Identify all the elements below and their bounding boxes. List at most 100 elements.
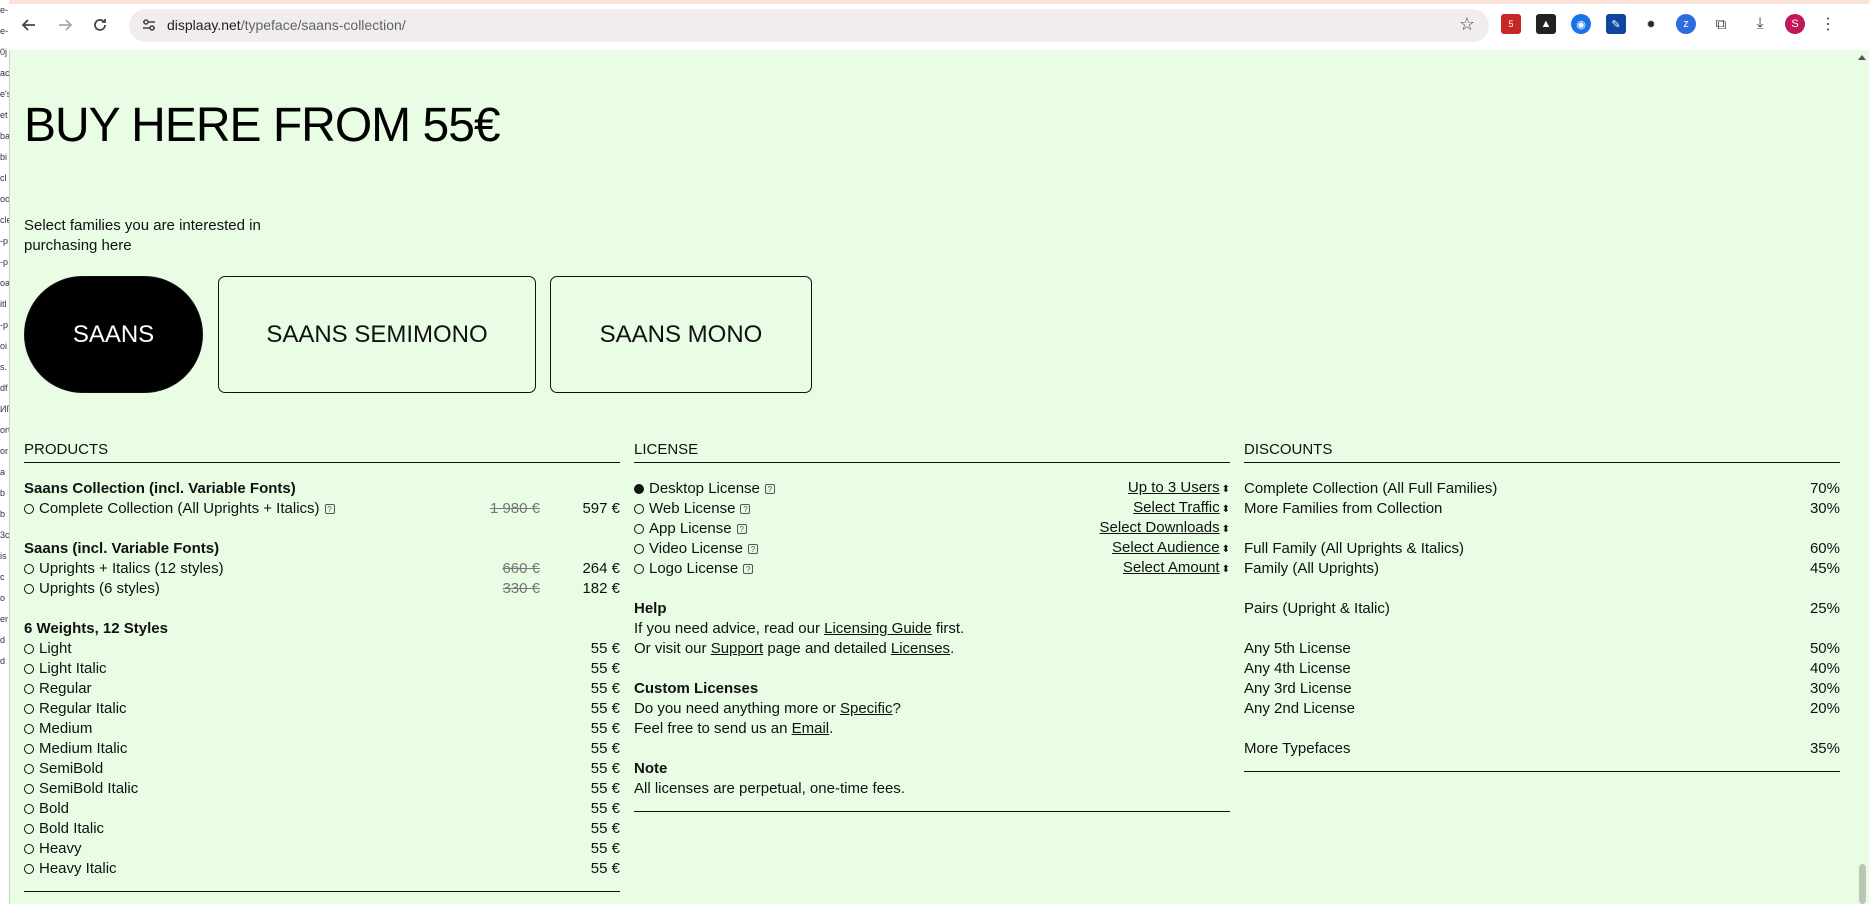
discount-label: Any 2nd License xyxy=(1244,700,1355,717)
info-icon[interactable]: ? xyxy=(736,524,747,534)
product-radio[interactable] xyxy=(24,704,34,714)
product-radio[interactable] xyxy=(24,724,34,734)
kebab-menu-icon[interactable]: ⋮ xyxy=(1818,14,1838,34)
scrollbar-thumb[interactable] xyxy=(1859,864,1866,904)
discount-value: 20% xyxy=(1809,700,1840,717)
product-group-title: Saans (incl. Variable Fonts) xyxy=(24,540,220,557)
back-arrow-icon[interactable] xyxy=(15,11,43,39)
bookmark-star-icon[interactable]: ☆ xyxy=(1459,14,1475,35)
background-window-text: oa xyxy=(0,278,9,288)
product-label: Uprights (6 styles) xyxy=(39,580,160,597)
product-radio[interactable] xyxy=(24,744,34,754)
product-row[interactable]: Uprights (6 styles) 330 € 182 € xyxy=(24,579,620,599)
discount-value: 70% xyxy=(1809,480,1840,497)
email-link[interactable]: Email xyxy=(792,719,830,739)
scroll-up-arrow-icon[interactable] xyxy=(1858,55,1866,60)
product-row[interactable]: Medium Italic 55 € xyxy=(24,739,620,759)
product-old-price: 660 € xyxy=(502,560,540,577)
product-radio[interactable] xyxy=(24,764,34,774)
page-scrollbar[interactable] xyxy=(1856,50,1869,904)
product-row[interactable]: Complete Collection (All Uprights + Ital… xyxy=(24,499,620,519)
product-row[interactable]: Light Italic 55 € xyxy=(24,659,620,679)
custom-licenses-title: Custom Licenses xyxy=(634,680,759,697)
support-link[interactable]: Support xyxy=(711,639,764,659)
info-icon[interactable]: ? xyxy=(743,564,754,574)
product-row[interactable]: Heavy 55 € xyxy=(24,839,620,859)
product-row[interactable]: Regular 55 € xyxy=(24,679,620,699)
licenses-link[interactable]: Licenses xyxy=(891,639,950,659)
product-radio[interactable] xyxy=(24,844,34,854)
product-radio[interactable] xyxy=(24,804,34,814)
license-select[interactable]: Select Traffic ⬍ xyxy=(1133,498,1230,520)
product-row[interactable]: Regular Italic 55 € xyxy=(24,699,620,719)
license-select[interactable]: Select Audience ⬍ xyxy=(1112,538,1230,560)
discounts-divider xyxy=(1244,771,1840,772)
license-select[interactable]: Select Downloads ⬍ xyxy=(1100,518,1230,540)
grammar-extension-icon[interactable]: ✎ xyxy=(1606,14,1626,34)
license-label: Video License xyxy=(649,540,743,557)
tab-strip-edge xyxy=(9,0,1869,4)
product-row[interactable]: SemiBold 55 € xyxy=(24,759,620,779)
product-label: Complete Collection (All Uprights + Ital… xyxy=(39,500,320,517)
product-radio[interactable] xyxy=(24,644,34,654)
profile-avatar[interactable]: S xyxy=(1785,14,1805,34)
license-row[interactable]: Web License? Select Traffic ⬍ xyxy=(634,499,1230,519)
product-label: Uprights + Italics (12 styles) xyxy=(39,560,224,577)
specific-link[interactable]: Specific xyxy=(840,699,893,719)
product-radio[interactable] xyxy=(24,824,34,834)
product-radio[interactable] xyxy=(24,504,34,514)
site-settings-icon[interactable] xyxy=(141,17,157,33)
download-icon[interactable]: ⤓ xyxy=(1750,14,1770,34)
background-window-text: itl xyxy=(0,299,7,309)
shield-extension-icon[interactable]: 5 xyxy=(1501,14,1521,34)
license-radio[interactable] xyxy=(634,544,644,554)
license-row[interactable]: Desktop License? Up to 3 Users ⬍ xyxy=(634,479,1230,499)
product-old-price: 1 980 € xyxy=(489,500,540,517)
discount-label: Any 5th License xyxy=(1244,640,1351,657)
background-window-text: -p xyxy=(0,320,9,330)
license-select[interactable]: Up to 3 Users ⬍ xyxy=(1128,478,1230,500)
url-text[interactable]: displaay.net/typeface/saans-collection/ xyxy=(167,17,406,33)
info-icon[interactable]: ? xyxy=(740,504,751,514)
products-column: PRODUCTS Saans Collection (incl. Variabl… xyxy=(24,440,620,892)
license-radio[interactable] xyxy=(634,484,644,494)
product-price: 55 € xyxy=(590,780,620,797)
family-button-saans-mono[interactable]: SAANS MONO xyxy=(550,276,812,393)
reload-icon[interactable] xyxy=(86,11,114,39)
sun-extension-icon[interactable]: ✹ xyxy=(1641,14,1661,34)
info-icon[interactable]: ? xyxy=(324,504,335,514)
product-radio[interactable] xyxy=(24,584,34,594)
product-label: Heavy xyxy=(39,840,82,857)
product-row[interactable]: Bold Italic 55 € xyxy=(24,819,620,839)
product-row[interactable]: Uprights + Italics (12 styles) 660 € 264 € xyxy=(24,559,620,579)
family-button-saans-semimono[interactable]: SAANS SEMIMONO xyxy=(218,276,536,393)
address-bar[interactable]: displaay.net/typeface/saans-collection/ … xyxy=(129,9,1489,42)
license-radio[interactable] xyxy=(634,564,644,574)
info-icon[interactable]: ? xyxy=(764,484,775,494)
license-select-value: Up to 3 Users xyxy=(1127,479,1220,496)
product-radio[interactable] xyxy=(24,664,34,674)
triangle-extension-icon[interactable]: ▲ xyxy=(1536,14,1556,34)
license-row[interactable]: Video License? Select Audience ⬍ xyxy=(634,539,1230,559)
product-row[interactable]: Bold 55 € xyxy=(24,799,620,819)
product-radio[interactable] xyxy=(24,784,34,794)
info-icon[interactable]: ? xyxy=(747,544,758,554)
license-row[interactable]: Logo License? Select Amount ⬍ xyxy=(634,559,1230,579)
product-radio[interactable] xyxy=(24,684,34,694)
license-radio[interactable] xyxy=(634,504,644,514)
product-radio[interactable] xyxy=(24,864,34,874)
product-row[interactable]: Light 55 € xyxy=(24,639,620,659)
product-row[interactable]: Heavy Italic 55 € xyxy=(24,859,620,879)
family-button-saans[interactable]: SAANS xyxy=(24,276,203,393)
product-radio[interactable] xyxy=(24,564,34,574)
zoom-extension-icon[interactable]: z xyxy=(1676,14,1696,34)
product-row[interactable]: Medium 55 € xyxy=(24,719,620,739)
license-radio[interactable] xyxy=(634,524,644,534)
product-row[interactable]: SemiBold Italic 55 € xyxy=(24,779,620,799)
licensing-guide-link[interactable]: Licensing Guide xyxy=(824,619,932,639)
license-select[interactable]: Select Amount ⬍ xyxy=(1123,558,1230,580)
forward-arrow-icon[interactable] xyxy=(51,11,79,39)
license-row[interactable]: App License? Select Downloads ⬍ xyxy=(634,519,1230,539)
password-extension-icon[interactable]: ◉ xyxy=(1571,14,1591,34)
puzzle-extensions-icon[interactable]: ⧉ xyxy=(1711,14,1731,34)
